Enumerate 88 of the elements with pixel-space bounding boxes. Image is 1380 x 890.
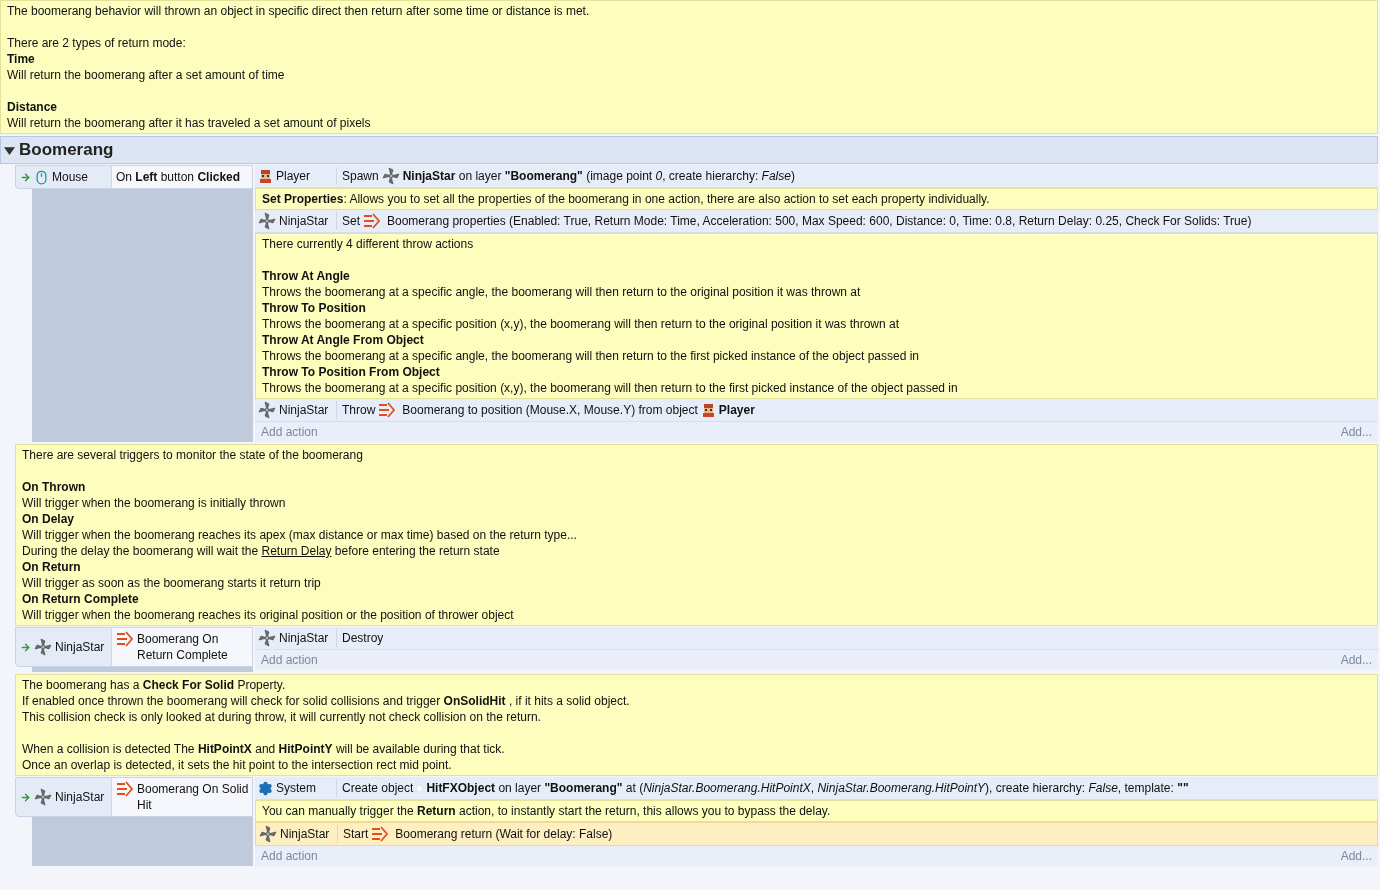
- comment-line: Throw To Position From Object: [262, 364, 440, 380]
- comment-line: There are 2 types of return mode:: [7, 35, 186, 51]
- comment-line: Throws the boomerang at a specific position (x,y), the boomerang will then return to the original position it was thrown at: [262, 316, 899, 332]
- comment-line: On Delay: [22, 511, 75, 527]
- character-icon: [258, 168, 273, 184]
- comment-line: On Thrown: [22, 479, 86, 495]
- shuriken-icon: [259, 825, 277, 843]
- comment-line: Set Properties: Allows you to set all the properties of the boomerang in one action, there are also action to set each property individually.: [262, 191, 990, 207]
- action-text: Boomerang properties (Enabled: True, Return Mode: Time, Acceleration: 500, Max Speed: 600, Distance: 0, Time: 0.8, Return Delay: 0.25, Check For Solids: True): [387, 213, 1252, 229]
- comment-line: Time: [7, 51, 35, 67]
- action-row[interactable]: NinjaStar Start Boomerang return (Wait for delay: False): [255, 822, 1378, 846]
- group-title: Boomerang: [19, 140, 114, 160]
- gear-icon: [258, 780, 273, 796]
- speed-arrow-icon: [378, 402, 397, 418]
- action-text: On Left button Clicked: [116, 169, 241, 185]
- comment-line: The boomerang has a Check For Solid Property.: [22, 677, 286, 693]
- speed-arrow-icon: [116, 631, 134, 647]
- shuriken-icon: [258, 629, 276, 647]
- action-text: Create object: [342, 780, 414, 796]
- action-row[interactable]: Player Spawn NinjaStar on layer "Boomerang" (image point 0, create hierarchy: False): [255, 165, 1378, 188]
- comment-line: You can manually trigger the Return action, to instantly start the return, this allows you to bypass the delay.: [262, 803, 831, 819]
- object-name: System: [276, 780, 316, 796]
- action-row[interactable]: NinjaStar Set Boomerang properties (Enabled: True, Return Mode: Time, Acceleration: 500, Max Speed: 600, Distance: 0, Time: 0.8, Return Delay: 0.25, Check For Solids: True): [255, 210, 1378, 233]
- action-text: Boomerang return (Wait for delay: False): [395, 826, 613, 842]
- comment-line: Will trigger when the boomerang is initially thrown: [22, 495, 286, 511]
- collapse-triangle-icon[interactable]: [4, 144, 15, 156]
- object-name: NinjaStar: [55, 789, 105, 805]
- action-text: HitFXObject on layer "Boomerang" at (NinjaStar.Boomerang.HitPointX, NinjaStar.Boomerang.HitPointY), create hierarchy: False, template: "": [426, 780, 1189, 796]
- action-text: Destroy: [342, 630, 384, 646]
- comment-line: Will return the boomerang after a set amount of time: [7, 67, 285, 83]
- speed-arrow-icon: [116, 781, 134, 797]
- object-name: NinjaStar: [279, 630, 329, 646]
- action-text: Set: [342, 213, 360, 229]
- object-name: NinjaStar: [55, 639, 105, 655]
- speed-arrow-icon: [371, 826, 390, 842]
- comment-line: The boomerang behavior will thrown an object in specific direct then return after some time or distance is met.: [7, 3, 590, 19]
- trigger-arrow-icon: [20, 171, 31, 183]
- object-name: NinjaStar: [279, 213, 329, 229]
- comment-line: Will trigger when the boomerang reaches its original position or the position of thrower object: [22, 607, 514, 623]
- mouse-icon: [34, 169, 49, 185]
- comment-line: There currently 4 different throw actions: [262, 236, 474, 252]
- comment-line: Throw At Angle: [262, 268, 350, 284]
- trigger-arrow-icon: [20, 641, 31, 653]
- object-name: Mouse: [52, 169, 89, 185]
- action-text: Spawn: [342, 168, 379, 184]
- action-row[interactable]: System Create object HitFXObject on layer "Boomerang" at (NinjaStar.Boomerang.HitPointX, NinjaStar.Boomerang.HitPointY), create hierarchy: False, template: "": [255, 777, 1378, 800]
- comment-line: Throws the boomerang at a specific angle, the boomerang will then return to the original position it was thrown at: [262, 284, 861, 300]
- object-name: NinjaStar: [279, 402, 329, 418]
- comment-line: When a collision is detected The HitPointX and HitPointY will be available during that tick.: [22, 741, 505, 757]
- character-icon: [700, 402, 716, 418]
- comment-line: There are several triggers to monitor the state of the boomerang: [22, 447, 363, 463]
- comment-line: Throws the boomerang at a specific position (x,y), the boomerang will then return to the first picked instance of the object passed in: [262, 380, 958, 396]
- comment-line: If enabled once thrown the boomerang will check for solid collisions and trigger OnSolidHit , if it hits a solid object.: [22, 693, 630, 709]
- action-text: Boomerang to position (Mouse.X, Mouse.Y) from object: [402, 402, 698, 418]
- comment-line: On Return: [22, 559, 81, 575]
- condition-row[interactable]: Mouse On Left button Clicked: [15, 165, 253, 189]
- comment-line: During the delay the boomerang will wait the Return Delay before entering the return state: [22, 543, 500, 559]
- condition-row[interactable]: NinjaStar Boomerang On Return Complete: [15, 627, 253, 667]
- shuriken-icon: [258, 212, 276, 230]
- object-name: Player: [276, 168, 310, 184]
- action-row[interactable]: NinjaStar Destroy: [255, 627, 1378, 650]
- condition-row[interactable]: NinjaStar Boomerang On Solid Hit: [15, 777, 253, 817]
- comment-line: Throws the boomerang at a specific angle, the boomerang will then return to the first picked instance of the object passed in: [262, 348, 920, 364]
- action-text: Throw: [342, 402, 376, 418]
- comment-line: Once an overlap is detected, it sets the hit point to the intersection rect mid point.: [22, 757, 452, 773]
- trigger-arrow-icon: [20, 791, 31, 803]
- comment-line: Will trigger as soon as the boomerang starts it return trip: [22, 575, 321, 591]
- action-text: Boomerang On Solid Hit: [137, 781, 250, 813]
- comment-line: Distance: [7, 99, 58, 115]
- comment-line: This collision check is only looked at during throw, it will currently not check collision on the return.: [22, 709, 541, 725]
- action-text: Start: [343, 826, 369, 842]
- speed-arrow-icon: [363, 213, 381, 229]
- comment-line: Will return the boomerang after it has traveled a set amount of pixels: [7, 115, 371, 131]
- group-header[interactable]: Boomerang: [0, 136, 1378, 164]
- action-row[interactable]: NinjaStar Throw Boomerang to position (Mouse.X, Mouse.Y) from object Player: [255, 399, 1378, 422]
- comment-line: Throw To Position: [262, 300, 366, 316]
- object-name: NinjaStar: [280, 826, 330, 842]
- comment-line: On Return Complete: [22, 591, 139, 607]
- comment-line: Will trigger when the boomerang reaches its apex (max distance or max time) based on the return type...: [22, 527, 577, 543]
- shuriken-icon: [381, 167, 400, 185]
- action-text: NinjaStar on layer "Boomerang" (image point 0, create hierarchy: False): [402, 168, 795, 184]
- action-text: Boomerang On Return Complete: [137, 631, 229, 663]
- action-text: Player: [718, 402, 755, 418]
- shuriken-icon: [258, 401, 276, 419]
- shuriken-icon: [34, 638, 52, 656]
- shuriken-icon: [34, 788, 52, 806]
- return-delay-link[interactable]: Return Delay: [261, 544, 332, 558]
- comment-line: Throw At Angle From Object: [262, 332, 424, 348]
